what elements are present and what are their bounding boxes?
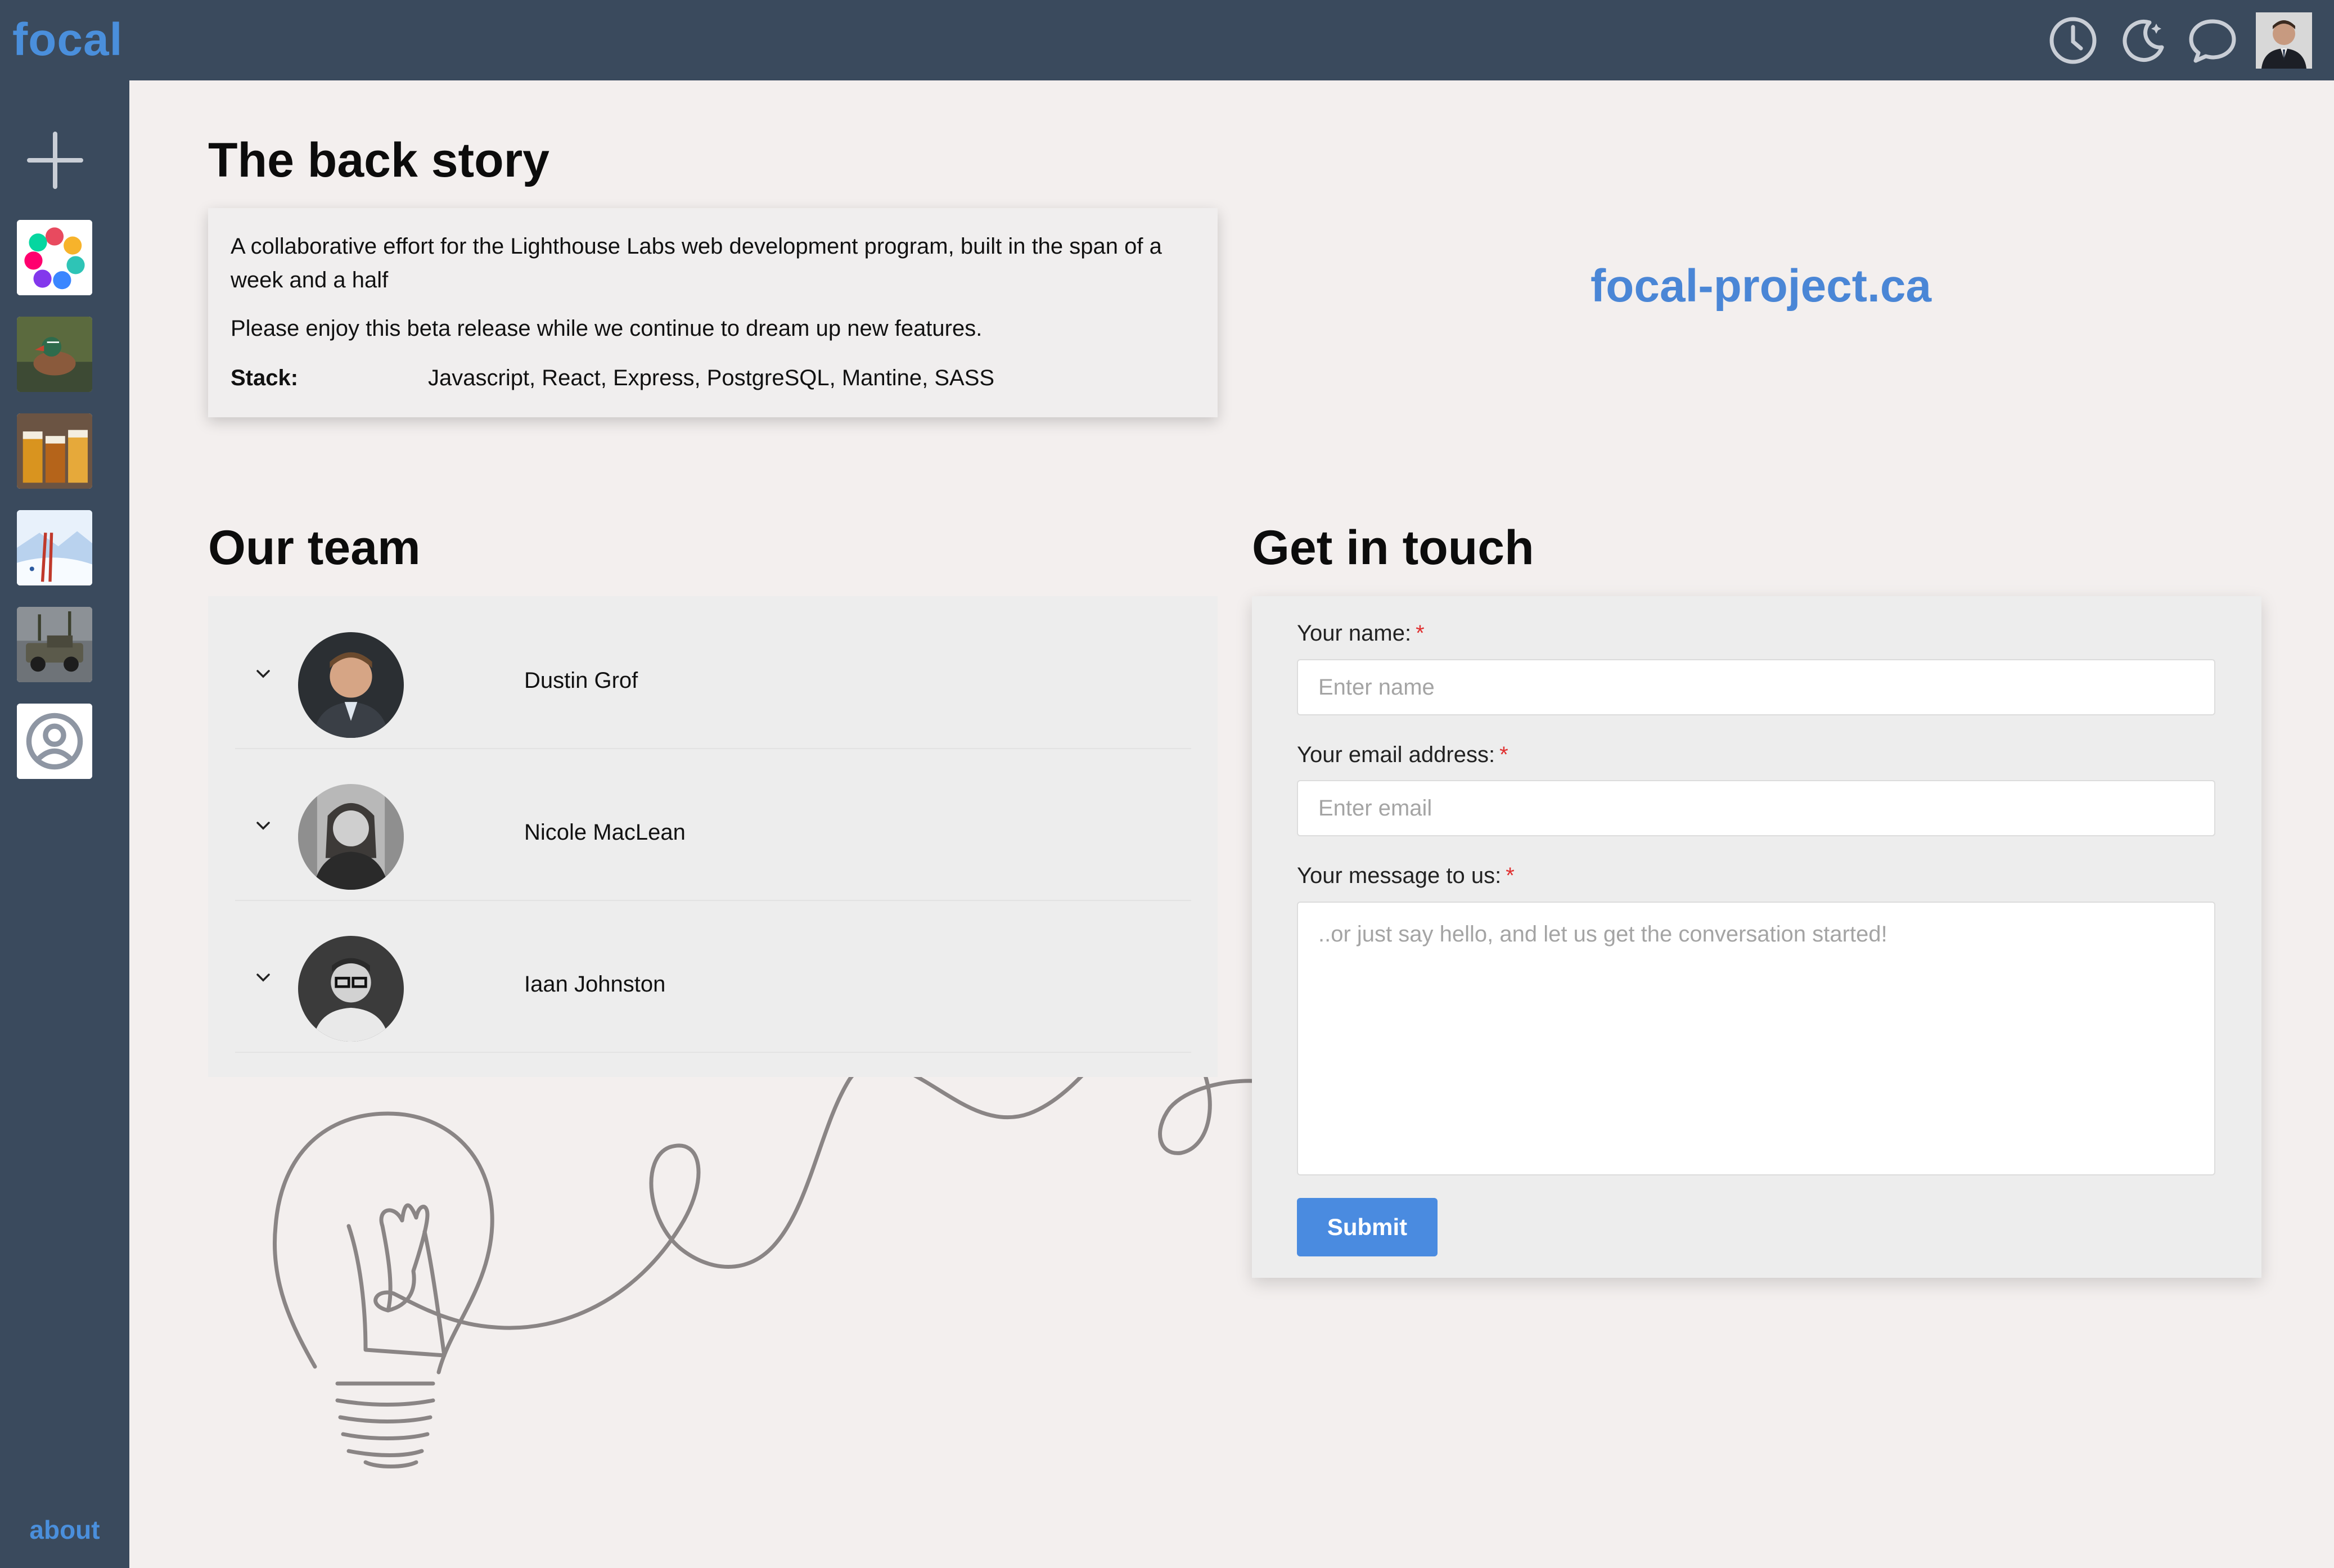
required-marker: * <box>1416 621 1425 646</box>
colorful-logo-icon <box>17 220 92 295</box>
sidebar-item-ski-board[interactable] <box>17 510 92 585</box>
chevron-down-icon[interactable] <box>252 966 274 989</box>
sidebar-item-beer-board[interactable] <box>17 413 92 489</box>
team-member-row[interactable]: Nicole MacLean <box>235 748 1191 901</box>
sidebar-item-truck-board[interactable] <box>17 607 92 682</box>
email-label-text: Your email address: <box>1297 742 1495 767</box>
team-member-row[interactable]: Iaan Johnston <box>235 900 1191 1053</box>
message-textarea[interactable] <box>1297 902 2215 1175</box>
clock-icon[interactable] <box>2045 12 2101 69</box>
chevron-down-icon[interactable] <box>252 663 274 685</box>
email-input[interactable] <box>1297 780 2215 836</box>
member-avatar <box>298 784 404 890</box>
contact-form: Your name:* Your email address:* Your me… <box>1252 596 2261 1278</box>
team-accordion: Dustin Grof Nicole MacLean Iaan Johnston <box>208 596 1218 1077</box>
chevron-down-icon[interactable] <box>252 814 274 837</box>
beer-photo-icon <box>17 413 92 489</box>
top-bar: focal <box>0 0 2334 80</box>
team-member-row[interactable]: Dustin Grof <box>235 596 1191 749</box>
contact-heading: Get in touch <box>1252 521 1534 575</box>
about-link[interactable]: about <box>0 1515 129 1545</box>
submit-button[interactable]: Submit <box>1297 1198 1438 1256</box>
truck-photo-icon <box>17 607 92 682</box>
member-name: Nicole MacLean <box>524 820 686 845</box>
member-avatar <box>298 936 404 1042</box>
sidebar-item-logo-board[interactable] <box>17 220 92 295</box>
member-name: Iaan Johnston <box>524 972 666 997</box>
member-name: Dustin Grof <box>524 668 638 693</box>
sidebar: about <box>0 80 129 1568</box>
sidebar-item-profile[interactable] <box>17 704 92 779</box>
stack-value: Javascript, React, Express, PostgreSQL, … <box>428 366 995 390</box>
name-label: Your name: * <box>1297 621 1425 646</box>
ski-illustration-icon <box>17 510 92 585</box>
member-avatar <box>298 632 404 738</box>
dark-mode-moon-icon[interactable] <box>2115 12 2171 69</box>
project-site-link[interactable]: focal-project.ca <box>1590 260 1931 313</box>
duck-photo-icon <box>17 317 92 392</box>
name-input[interactable] <box>1297 659 2215 715</box>
required-marker: * <box>1506 863 1515 888</box>
required-marker: * <box>1499 742 1508 767</box>
stack-label: Stack: <box>231 366 299 390</box>
backstory-card: A collaborative effort for the Lighthous… <box>208 208 1218 417</box>
backstory-paragraph: A collaborative effort for the Lighthous… <box>231 234 1162 292</box>
backstory-beta-note: Please enjoy this beta release while we … <box>231 316 983 341</box>
chat-bubble-icon[interactable] <box>2184 12 2241 69</box>
email-label: Your email address: * <box>1297 742 1508 768</box>
message-label: Your message to us: * <box>1297 863 1515 889</box>
name-label-text: Your name: <box>1297 621 1412 646</box>
backstory-heading: The back story <box>208 133 549 187</box>
user-avatar[interactable] <box>2255 12 2313 69</box>
message-label-text: Your message to us: <box>1297 863 1502 888</box>
sidebar-item-duck-board[interactable] <box>17 317 92 392</box>
plus-icon[interactable] <box>27 129 83 191</box>
team-heading: Our team <box>208 521 421 575</box>
app-logo[interactable]: focal <box>12 13 123 66</box>
user-circle-icon <box>17 704 92 779</box>
